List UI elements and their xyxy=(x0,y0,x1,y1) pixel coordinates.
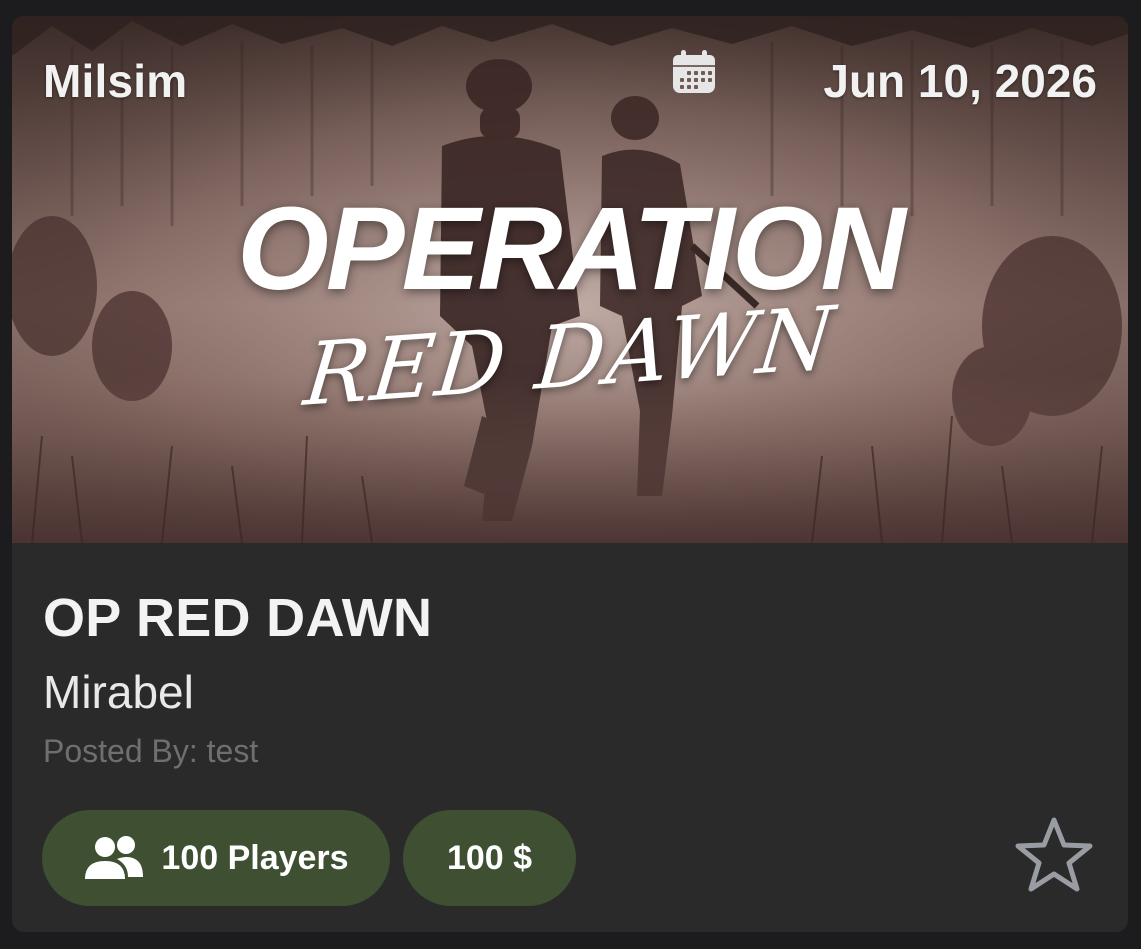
players-count: 100 Players xyxy=(161,838,349,877)
posted-by: Posted By: test xyxy=(43,733,259,769)
event-banner-image: Milsim Jun 10, 2026 OPERATION RED DAWN xyxy=(12,16,1128,543)
event-title: OP RED DAWN xyxy=(43,588,433,648)
event-date: Jun 10, 2026 xyxy=(823,55,1097,107)
price-label: 100 $ xyxy=(446,838,533,877)
price-badge: 100 $ xyxy=(403,810,576,906)
star-outline-icon[interactable] xyxy=(1014,816,1094,894)
event-category: Milsim xyxy=(43,55,188,107)
event-card[interactable]: Milsim Jun 10, 2026 OPERATION RED DAWN O… xyxy=(12,16,1128,932)
users-icon xyxy=(85,836,144,879)
calendar-icon xyxy=(673,50,715,93)
event-location: Mirabel xyxy=(43,666,194,718)
players-badge: 100 Players xyxy=(42,810,390,906)
